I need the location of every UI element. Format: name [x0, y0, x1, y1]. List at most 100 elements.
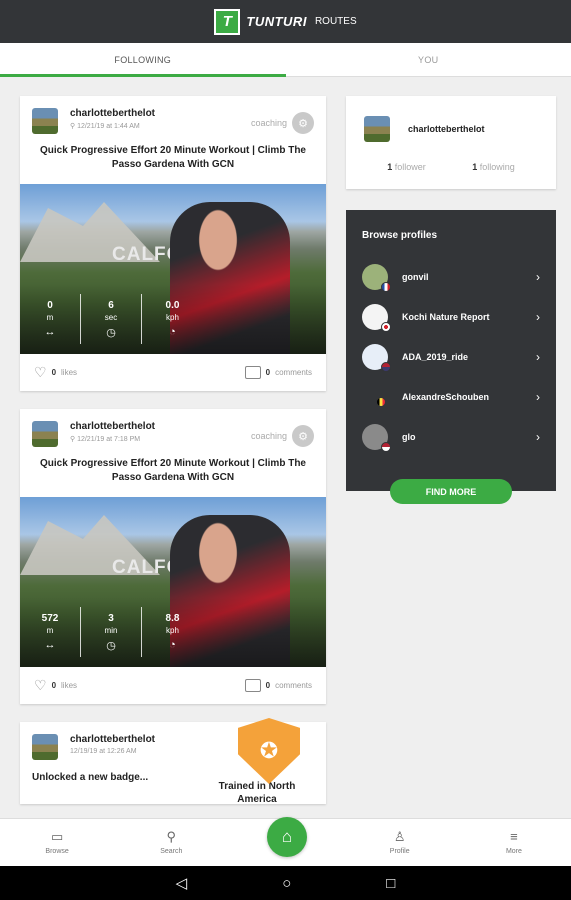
- nav-label: Profile: [389, 848, 410, 855]
- app-logo: T TUNTURI ROUTES: [214, 8, 357, 35]
- activity-stats: 572 m ↔ 3 min ◷ 8.8 kph ◔: [20, 597, 326, 667]
- flag-icon: [381, 322, 391, 332]
- profile-list-item[interactable]: glo ›: [362, 417, 540, 457]
- activity-card[interactable]: charlotteberthelot ⚲ 12/21/19 at 1:44 AM…: [20, 96, 326, 391]
- followers-label: follower: [394, 162, 426, 172]
- like-button[interactable]: ♡ 0 likes: [34, 677, 77, 694]
- home-button[interactable]: ⌂: [267, 817, 307, 857]
- stat-value: 8.8: [165, 613, 180, 624]
- browse-title: Browse profiles: [362, 230, 438, 241]
- avatar: [367, 389, 386, 407]
- likes-label: likes: [61, 368, 78, 377]
- activity-card[interactable]: charlotteberthelot ⚲ 12/21/19 at 7:18 PM…: [20, 409, 326, 704]
- tag-label: coaching: [250, 118, 287, 128]
- distance-icon: ↔: [44, 326, 56, 338]
- stat-speed: 8.8 kph ◔: [142, 607, 203, 657]
- badge-label: Trained in North America: [218, 781, 296, 804]
- profile-list-item[interactable]: gonvil ›: [362, 257, 540, 297]
- flag-icon: [381, 362, 391, 372]
- recents-icon[interactable]: □: [386, 875, 395, 892]
- flag-icon: [381, 282, 391, 292]
- username[interactable]: charlotteberthelot: [70, 108, 155, 119]
- timestamp: 12/19/19 at 12:26 AM: [70, 748, 137, 755]
- profile-name: gonvil: [402, 272, 429, 282]
- stat-value: 6: [108, 299, 114, 311]
- activity-tag: coaching ⚙: [251, 425, 314, 447]
- profile-username[interactable]: charlotteberthelot: [408, 124, 485, 134]
- nav-profile[interactable]: ♙ Profile: [343, 830, 457, 856]
- chevron-right-icon: ›: [536, 390, 540, 404]
- nav-browse[interactable]: ▭ Browse: [0, 830, 114, 856]
- profile-list-item[interactable]: Kochi Nature Report ›: [362, 297, 540, 337]
- avatar[interactable]: [32, 108, 58, 134]
- stat-value: 3: [108, 612, 114, 624]
- comments-count: 0: [265, 368, 271, 377]
- avatar[interactable]: [32, 421, 58, 447]
- activity-title[interactable]: Quick Progressive Effort 20 Minute Worko…: [20, 453, 326, 497]
- comments-label: comments: [275, 368, 312, 377]
- flag-icon: [381, 442, 391, 452]
- likes-count: 0: [51, 368, 57, 377]
- profile-list-item[interactable]: ADA_2019_ride ›: [362, 337, 540, 377]
- nav-search[interactable]: ⚲ Search: [114, 829, 228, 856]
- heart-icon: ♡: [34, 677, 47, 693]
- likes-label: likes: [61, 681, 78, 690]
- stat-duration: 6 sec ◷: [81, 294, 142, 344]
- home-system-icon[interactable]: ○: [282, 875, 291, 892]
- followers-number: 1: [387, 162, 393, 172]
- chevron-right-icon: ›: [536, 310, 540, 324]
- speedometer-icon: ◔: [169, 639, 176, 651]
- activity-title[interactable]: Quick Progressive Effort 20 Minute Worko…: [20, 140, 326, 184]
- timestamp: ⚲ 12/21/19 at 1:44 AM: [70, 123, 140, 130]
- comments-label: comments: [275, 681, 312, 690]
- username[interactable]: charlotteberthelot: [70, 421, 155, 432]
- chevron-right-icon: ›: [536, 270, 540, 284]
- stat-speed: 0.0 kph ◔: [142, 294, 203, 344]
- logo-name: TUNTURI: [246, 14, 307, 29]
- my-profile-card[interactable]: charlotteberthelot 1 follower 1 followin…: [346, 96, 556, 189]
- profile-name: glo: [402, 432, 416, 442]
- username[interactable]: charlotteberthelot: [70, 734, 155, 745]
- following-number: 1: [472, 162, 478, 172]
- coaching-icon: ⚙: [292, 425, 314, 447]
- following-label: following: [479, 162, 515, 172]
- comment-button[interactable]: 0 comments: [244, 364, 312, 381]
- stat-value: 0: [47, 300, 53, 311]
- comment-icon: [244, 679, 261, 692]
- route-photo[interactable]: CALFO 0 m ↔ 6 sec ◷ 0.0 kph ◔: [20, 184, 326, 354]
- logo-mark: T: [214, 8, 241, 35]
- stat-unit: min: [104, 625, 118, 635]
- route-photo[interactable]: CALFO 572 m ↔ 3 min ◷ 8.8 kph ◔: [20, 497, 326, 667]
- tab-you[interactable]: YOU: [286, 43, 571, 76]
- system-navigation-bar: ◁ ○ □: [0, 866, 571, 900]
- comments-count: 0: [265, 681, 271, 690]
- stat-value: 572: [41, 613, 59, 624]
- clock-icon: ◷: [106, 326, 116, 339]
- logo-subtitle: ROUTES: [314, 16, 357, 27]
- profile-list-item[interactable]: AlexandreSchouben ›: [362, 377, 540, 417]
- flag-icon: [376, 397, 386, 407]
- stat-unit: m: [46, 626, 54, 635]
- like-button[interactable]: ♡ 0 likes: [34, 364, 77, 381]
- tab-following[interactable]: FOLLOWING: [0, 43, 286, 77]
- heart-icon: ♡: [34, 364, 47, 380]
- comment-icon: [244, 366, 261, 379]
- nav-label: More: [505, 848, 522, 855]
- clock-icon: ◷: [106, 639, 116, 652]
- chevron-right-icon: ›: [536, 430, 540, 444]
- comment-button[interactable]: 0 comments: [244, 677, 312, 694]
- activity-stats: 0 m ↔ 6 sec ◷ 0.0 kph ◔: [20, 284, 326, 354]
- profile-name: Kochi Nature Report: [402, 312, 490, 322]
- search-icon: ⚲: [166, 829, 177, 844]
- avatar[interactable]: [364, 116, 390, 142]
- back-icon[interactable]: ◁: [176, 874, 188, 892]
- avatar[interactable]: [32, 734, 58, 760]
- avatar: [362, 344, 391, 372]
- nav-more[interactable]: ≡ More: [457, 830, 571, 856]
- stat-value: 0.0: [165, 300, 180, 311]
- find-more-button[interactable]: FIND MORE: [390, 479, 512, 504]
- nav-label: Browse: [45, 848, 69, 855]
- followers-count[interactable]: 1 follower: [387, 162, 426, 172]
- stat-unit: m: [46, 313, 54, 322]
- following-count[interactable]: 1 following: [472, 162, 515, 172]
